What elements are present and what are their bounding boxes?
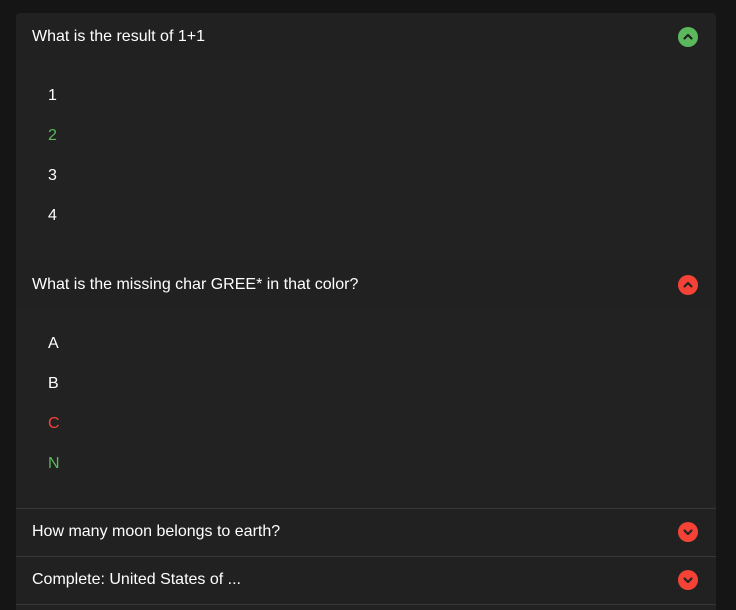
- question-2-title: What is the missing char GREE* in that c…: [32, 275, 359, 293]
- chevron-down-icon[interactable]: [678, 522, 698, 542]
- answer-option-wrong[interactable]: C: [48, 414, 60, 434]
- chevron-down-icon[interactable]: [678, 570, 698, 590]
- question-1-title: What is the result of 1+1: [32, 27, 205, 45]
- chevron-up-icon[interactable]: [678, 27, 698, 47]
- answer-option-correct[interactable]: 2: [48, 126, 57, 146]
- question-4-header[interactable]: Complete: United States of ...: [16, 557, 716, 604]
- question-1-answers: 1 2 3 4: [16, 61, 716, 261]
- question-3-title: How many moon belongs to earth?: [32, 523, 281, 540]
- question-4: Complete: United States of ...: [16, 557, 716, 604]
- chevron-up-icon[interactable]: [678, 275, 698, 295]
- question-3: How many moon belongs to earth?: [16, 509, 716, 556]
- answer-option-correct[interactable]: N: [48, 454, 60, 474]
- question-4-title: Complete: United States of ...: [32, 571, 241, 588]
- divider: [16, 604, 716, 605]
- question-2-answers: A B C N: [16, 309, 716, 508]
- question-1: What is the result of 1+1 1 2 3 4: [16, 13, 716, 261]
- answer-option[interactable]: A: [48, 334, 59, 354]
- answer-option[interactable]: 3: [48, 166, 57, 186]
- answer-option[interactable]: 1: [48, 86, 57, 106]
- question-1-header[interactable]: What is the result of 1+1: [16, 13, 716, 61]
- question-3-header[interactable]: How many moon belongs to earth?: [16, 509, 716, 556]
- question-2-header[interactable]: What is the missing char GREE* in that c…: [16, 261, 716, 309]
- question-2: What is the missing char GREE* in that c…: [16, 261, 716, 508]
- answer-option[interactable]: 4: [48, 206, 57, 226]
- quiz-panel: What is the result of 1+1 1 2 3 4 What i…: [16, 13, 716, 610]
- answer-option[interactable]: B: [48, 374, 59, 394]
